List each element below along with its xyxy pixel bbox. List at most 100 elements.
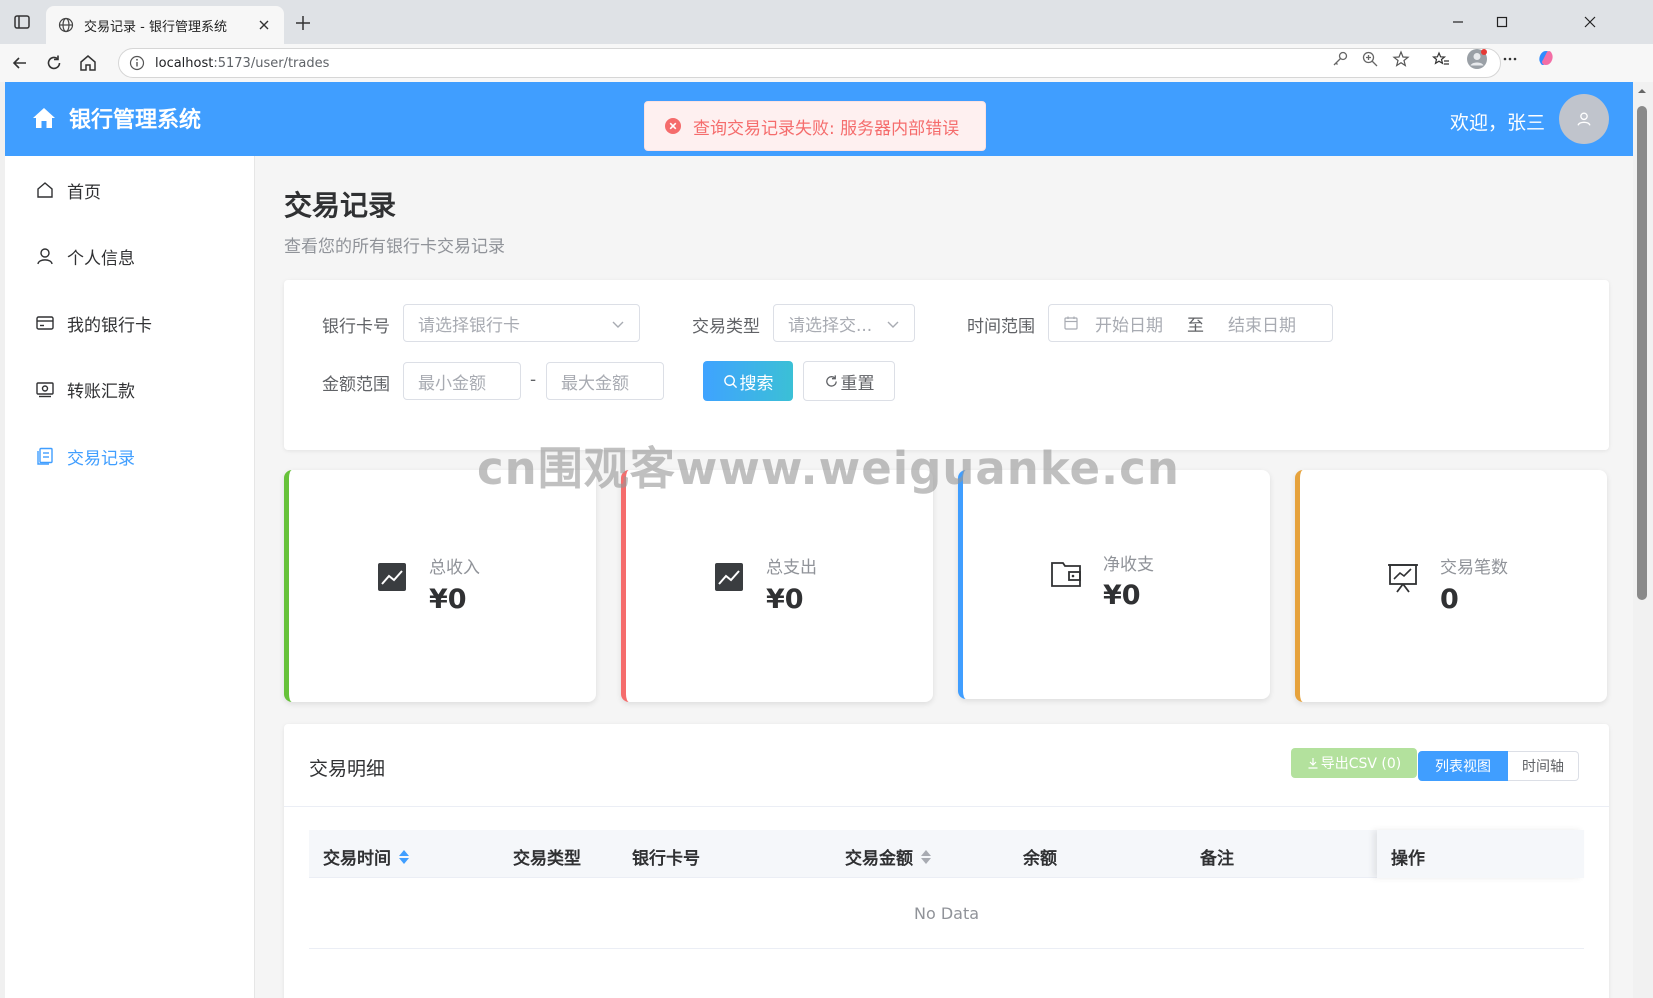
sidebar-item-cards[interactable]: 我的银行卡 xyxy=(5,295,255,351)
refresh-icon xyxy=(825,374,837,387)
copilot-icon[interactable] xyxy=(1536,48,1556,68)
column-remark: 备注 xyxy=(1200,844,1234,869)
trade-type-select[interactable]: 请选择交... xyxy=(773,304,915,342)
sidebar-item-label: 转账汇款 xyxy=(67,381,135,402)
column-label: 余额 xyxy=(1023,849,1057,869)
home-icon xyxy=(31,105,57,131)
card-number-label: 银行卡号 xyxy=(322,317,390,337)
user-avatar[interactable] xyxy=(1559,94,1609,144)
zoom-icon[interactable] xyxy=(1361,50,1379,68)
maximize-icon[interactable] xyxy=(1492,12,1512,32)
sort-icon[interactable] xyxy=(397,848,411,866)
min-amount-placeholder: 最小金额 xyxy=(418,373,486,394)
stat-card-expense: 总支出 ¥0 xyxy=(621,470,933,702)
reset-button[interactable]: 重置 xyxy=(803,361,895,401)
end-date-input[interactable]: 结束日期 xyxy=(1228,311,1296,336)
amount-range-label: 金额范围 xyxy=(322,375,390,395)
sort-icon[interactable] xyxy=(919,848,933,866)
main-content: 交易记录 查看您的所有银行卡交易记录 银行卡号 请选择银行卡 交易类型 请选择交… xyxy=(255,156,1633,998)
trade-type-placeholder: 请选择交... xyxy=(788,315,873,336)
card-icon xyxy=(35,313,55,333)
chevron-down-icon xyxy=(886,317,900,331)
stat-card-net: 净收支 ¥0 xyxy=(958,470,1270,699)
min-amount-input[interactable]: 最小金额 xyxy=(403,362,521,400)
site-info-icon[interactable] xyxy=(129,55,145,71)
trade-type-label: 交易类型 xyxy=(692,317,760,337)
sidebar-item-trades[interactable]: 交易记录 xyxy=(5,428,255,484)
stat-value: ¥0 xyxy=(429,584,467,615)
scrollbar-thumb[interactable] xyxy=(1637,106,1647,600)
sidebar-item-transfer[interactable]: 转账汇款 xyxy=(5,361,255,417)
page-title: 交易记录 xyxy=(284,189,397,222)
detail-divider xyxy=(284,806,1609,807)
column-label: 操作 xyxy=(1391,849,1425,869)
sidebar-item-profile[interactable]: 个人信息 xyxy=(5,228,255,284)
download-icon xyxy=(1308,758,1318,769)
column-label: 银行卡号 xyxy=(632,849,700,869)
stat-label: 净收支 xyxy=(1103,555,1154,575)
list-view-toggle[interactable]: 列表视图 xyxy=(1418,751,1508,781)
trend-icon xyxy=(375,560,409,594)
sidebar-item-home[interactable]: 首页 xyxy=(5,162,255,218)
column-trade-type: 交易类型 xyxy=(513,844,581,869)
page-subtitle: 查看您的所有银行卡交易记录 xyxy=(284,237,505,257)
browser-nav-bar: localhost:5173/user/trades xyxy=(0,44,1653,82)
card-select-placeholder: 请选择银行卡 xyxy=(418,315,520,336)
time-range-label: 时间范围 xyxy=(967,317,1035,337)
date-range-picker[interactable]: 开始日期 至 结束日期 xyxy=(1048,304,1333,342)
address-bar[interactable]: localhost:5173/user/trades xyxy=(118,48,1501,78)
user-icon xyxy=(1577,112,1591,126)
stat-label: 交易笔数 xyxy=(1440,558,1508,578)
fixed-column-header: 操作 xyxy=(1377,830,1584,878)
timeline-view-toggle[interactable]: 时间轴 xyxy=(1508,751,1579,781)
close-window-icon[interactable] xyxy=(1580,12,1600,32)
export-csv-label: 导出CSV (0) xyxy=(1320,756,1402,772)
url-text: localhost:5173/user/trades xyxy=(155,55,330,71)
start-date-input[interactable]: 开始日期 xyxy=(1095,311,1163,336)
new-tab-icon[interactable] xyxy=(292,12,314,34)
favorite-star-icon[interactable] xyxy=(1392,50,1410,68)
sidebar-item-label: 交易记录 xyxy=(67,448,135,469)
tab-actions-icon[interactable] xyxy=(12,12,32,32)
browser-tab[interactable]: 交易记录 - 银行管理系统 xyxy=(46,6,284,44)
max-amount-input[interactable]: 最大金额 xyxy=(546,362,664,400)
stat-value: ¥0 xyxy=(766,584,804,615)
key-icon[interactable] xyxy=(1331,50,1349,68)
stat-label: 总支出 xyxy=(766,558,817,578)
column-card-number: 银行卡号 xyxy=(632,844,700,869)
trend-icon xyxy=(712,560,746,594)
amount-dash: - xyxy=(530,370,537,390)
range-separator: 至 xyxy=(1187,315,1204,336)
home-icon xyxy=(35,180,55,200)
reload-icon[interactable] xyxy=(44,53,64,73)
column-label: 交易金额 xyxy=(845,849,913,869)
stat-label: 总收入 xyxy=(429,558,480,578)
browser-tab-bar: 交易记录 - 银行管理系统 xyxy=(0,0,1653,44)
profile-avatar-icon[interactable] xyxy=(1466,48,1488,70)
column-trade-time[interactable]: 交易时间 xyxy=(323,844,411,869)
column-amount[interactable]: 交易金额 xyxy=(845,844,933,869)
favorites-icon[interactable] xyxy=(1432,50,1450,68)
home-icon[interactable] xyxy=(78,53,98,73)
export-csv-button[interactable]: 导出CSV (0) xyxy=(1291,748,1417,778)
close-tab-icon[interactable] xyxy=(256,17,272,33)
card-select[interactable]: 请选择银行卡 xyxy=(403,304,640,342)
table-header: 交易时间 交易类型 银行卡号 交易金额 余额 备注 操作 xyxy=(309,830,1584,878)
minimize-icon[interactable] xyxy=(1448,12,1468,32)
wallet-icon xyxy=(1049,556,1083,590)
reset-button-label: 重置 xyxy=(840,373,875,394)
more-options-icon[interactable] xyxy=(1501,50,1519,68)
search-button[interactable]: 搜索 xyxy=(703,361,793,401)
max-amount-placeholder: 最大金额 xyxy=(561,373,629,394)
presentation-icon xyxy=(1386,560,1420,594)
globe-icon xyxy=(58,17,74,33)
back-icon[interactable] xyxy=(10,53,30,73)
tab-title: 交易记录 - 银行管理系统 xyxy=(84,19,227,35)
error-toast: 查询交易记录失败: 服务器内部错误 xyxy=(644,101,986,151)
column-label: 交易类型 xyxy=(513,849,581,869)
column-label: 交易时间 xyxy=(323,849,391,869)
toast-message: 查询交易记录失败: 服务器内部错误 xyxy=(693,118,960,139)
brand[interactable]: 银行管理系统 xyxy=(31,102,201,134)
column-actions: 操作 xyxy=(1391,844,1425,869)
scroll-up-arrow-icon[interactable] xyxy=(1637,86,1647,96)
